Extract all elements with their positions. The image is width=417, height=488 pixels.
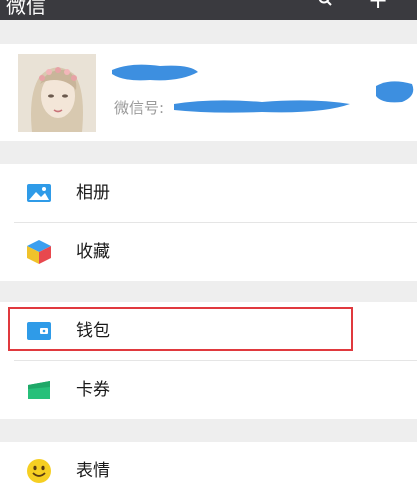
menu-item-label: 收藏 xyxy=(76,242,110,262)
redacted-qr-code[interactable] xyxy=(372,76,417,106)
menu-item-album[interactable]: 相册 xyxy=(0,164,417,222)
favorites-icon xyxy=(27,240,51,264)
wechat-id-label: 微信号: xyxy=(114,99,165,117)
avatar-illustration xyxy=(18,54,96,132)
redacted-nickname xyxy=(112,64,198,81)
app-title: 微信 xyxy=(6,0,46,18)
avatar[interactable] xyxy=(18,54,96,132)
menu-group-1: 相册 收藏 xyxy=(0,164,417,281)
top-bar: 微信 + xyxy=(0,0,417,20)
menu-item-favorites[interactable]: 收藏 xyxy=(0,223,417,281)
menu-group-3: 表情 xyxy=(0,442,417,488)
menu-item-label: 表情 xyxy=(76,461,110,481)
menu-item-card-coupon[interactable]: 卡券 xyxy=(0,361,417,419)
menu-item-label: 卡券 xyxy=(76,380,110,400)
card-coupon-icon xyxy=(28,381,50,399)
wallet-highlight-box xyxy=(8,307,353,351)
plus-icon[interactable]: + xyxy=(368,0,388,12)
redacted-wechat-id xyxy=(174,100,350,113)
profile-card[interactable]: 微信号: xyxy=(0,44,417,141)
sticker-icon xyxy=(27,459,51,483)
menu-item-stickers[interactable]: 表情 xyxy=(0,442,417,488)
album-icon xyxy=(27,184,51,202)
menu-item-label: 相册 xyxy=(76,183,110,203)
search-icon[interactable] xyxy=(318,0,332,6)
